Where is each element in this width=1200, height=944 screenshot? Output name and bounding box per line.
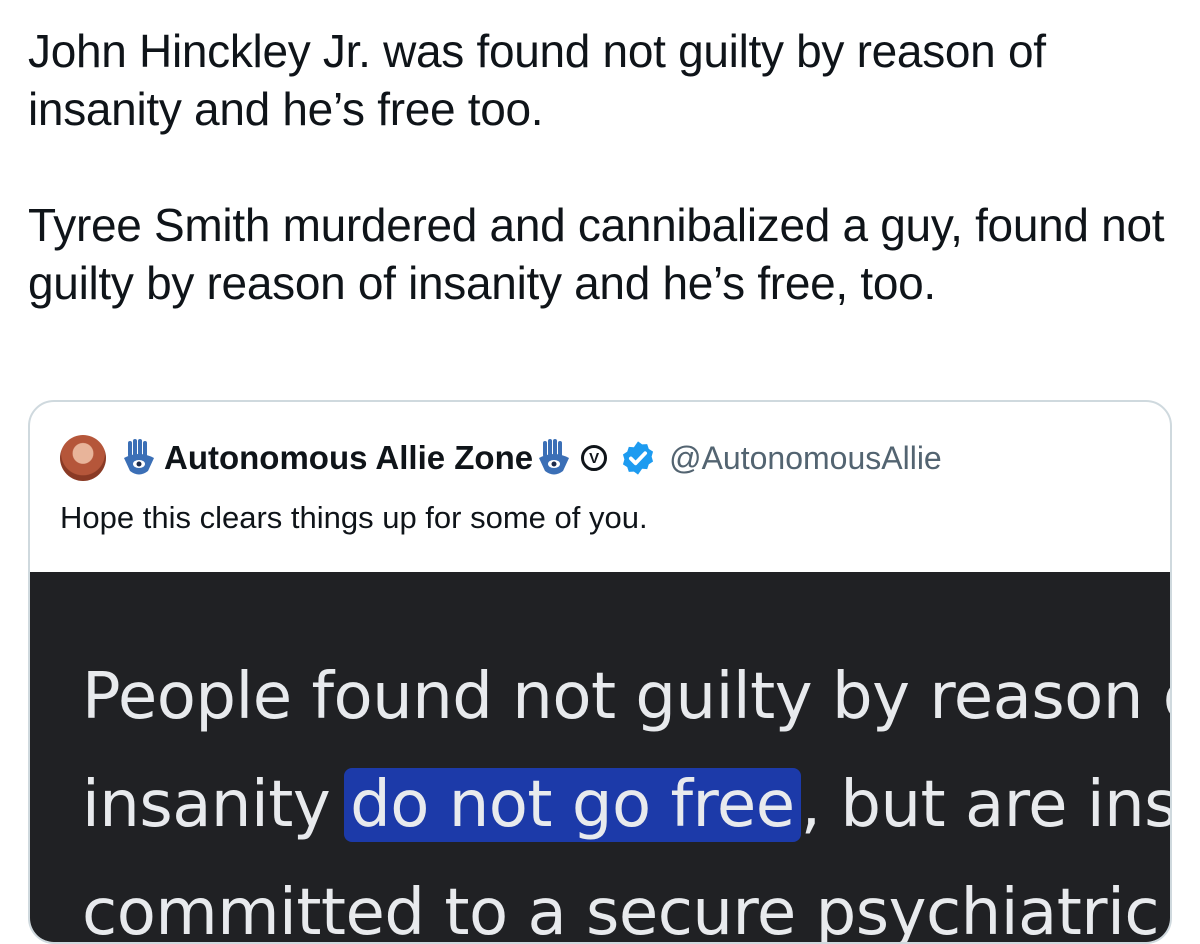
handle[interactable]: @AutonomousAllie xyxy=(669,440,942,477)
media-line-2-after: , but are instead xyxy=(800,768,1170,842)
quoted-tweet-media[interactable]: People found not guilty by reason of ins… xyxy=(30,572,1170,942)
media-highlight: do not go free xyxy=(344,768,801,842)
display-name[interactable]: Autonomous Allie Zone xyxy=(164,439,533,477)
quoted-tweet-text: Hope this clears things up for some of y… xyxy=(60,500,648,535)
tweet-paragraph-2: Tyree Smith murdered and cannibalized a … xyxy=(28,199,1165,309)
tweet-text: John Hinckley Jr. was found not guilty b… xyxy=(28,22,1178,312)
media-line-3: committed to a secure psychiatric xyxy=(82,876,1160,942)
media-line-1: People found not guilty by reason of xyxy=(82,660,1170,734)
quoted-tweet-header: Autonomous Allie Zone V @AutonomousAllie xyxy=(60,432,942,484)
media-line-2: insanity do not go free, but are instead xyxy=(82,768,1170,842)
circle-v-icon: V xyxy=(581,445,608,471)
tweet-paragraph-1: John Hinckley Jr. was found not guilty b… xyxy=(28,25,1046,135)
quoted-tweet-card[interactable]: Autonomous Allie Zone V @AutonomousAllie… xyxy=(28,400,1172,944)
hamsa-icon xyxy=(124,439,154,475)
hamsa-icon xyxy=(539,439,570,475)
media-line-2-before: insanity xyxy=(82,768,351,842)
verified-badge-icon xyxy=(623,441,654,475)
avatar[interactable] xyxy=(60,435,106,481)
